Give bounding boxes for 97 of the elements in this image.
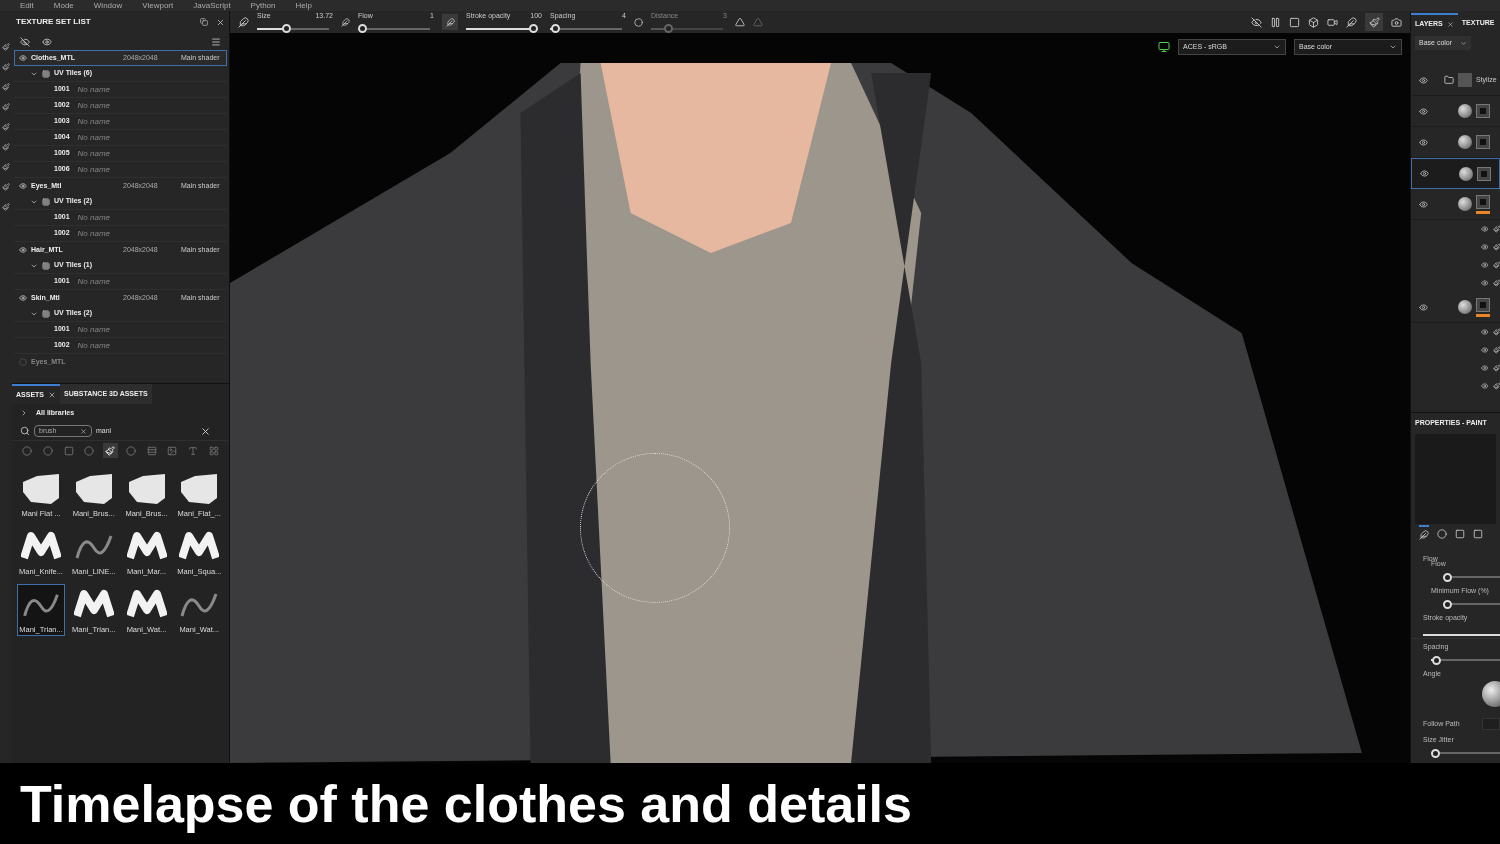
circle-icon (84, 445, 95, 456)
menu-item[interactable]: JavaScript (193, 0, 231, 11)
eye-icon[interactable] (1481, 243, 1489, 251)
pause-icon[interactable] (1270, 16, 1281, 28)
display-icon[interactable] (1158, 41, 1170, 53)
eye-icon[interactable] (42, 36, 52, 47)
menu-item[interactable]: Window (93, 0, 123, 11)
folder-icon (1444, 75, 1454, 85)
tool-icon[interactable] (2, 43, 10, 51)
layer-row[interactable] (1411, 158, 1500, 189)
eye-icon[interactable] (1481, 261, 1489, 269)
tool-icon[interactable] (2, 63, 10, 71)
mask-icon (1476, 135, 1490, 149)
rows-icon (146, 445, 157, 456)
brush-stroke-icon (73, 472, 114, 506)
menu-item[interactable]: Mode (53, 0, 74, 11)
stroke-opacity-button[interactable] (442, 14, 458, 30)
menu-icon[interactable] (211, 36, 221, 47)
tool-icon[interactable] (2, 183, 10, 191)
eye-icon[interactable] (19, 246, 27, 254)
close-icon[interactable] (1446, 20, 1454, 28)
chevron-icon (1460, 39, 1468, 47)
panel-title: TEXTURE SET LIST (16, 16, 92, 28)
brush-stroke-icon (179, 472, 220, 506)
tile-name: No name (77, 211, 111, 224)
tile-name: No name (77, 131, 111, 144)
circle-icon (1437, 529, 1447, 539)
tile-name: No name (77, 147, 111, 160)
tile-name: No name (77, 323, 111, 336)
mask-icon (1476, 104, 1490, 118)
eye-icon[interactable] (1420, 169, 1429, 178)
eye-icon[interactable] (1419, 75, 1428, 85)
circle-icon (22, 445, 33, 456)
eye-icon[interactable] (1481, 279, 1489, 287)
filter-button[interactable] (102, 443, 118, 458)
quill-icon[interactable] (1346, 16, 1357, 28)
eye-icon[interactable] (1419, 199, 1428, 209)
tool-icon[interactable] (2, 143, 10, 151)
square-icon (63, 445, 74, 456)
brush-stroke-icon (21, 472, 61, 506)
close-icon[interactable] (80, 427, 87, 435)
text-icon (187, 445, 198, 456)
paint-mode-button[interactable] (1365, 13, 1383, 31)
eye-icon[interactable] (1481, 364, 1489, 372)
close-icon[interactable] (216, 17, 225, 27)
tile-name: No name (77, 275, 111, 288)
mask-icon (1476, 297, 1490, 312)
menu-item[interactable]: Help (295, 0, 312, 11)
chevron-icon (1389, 43, 1397, 51)
square-icon (1455, 529, 1465, 539)
chevron-icon (1273, 43, 1281, 51)
eye-icon[interactable] (1481, 328, 1489, 336)
tile-name: No name (77, 83, 111, 96)
mask-icon (1476, 194, 1490, 209)
tool-icon[interactable] (2, 203, 10, 211)
eye-icon[interactable] (1481, 346, 1489, 354)
eye-icon[interactable] (1481, 225, 1489, 233)
camera-icon[interactable] (1327, 16, 1338, 28)
menu-item[interactable]: Python (250, 0, 276, 11)
quill-icon (445, 17, 455, 27)
tile-name: No name (77, 115, 111, 128)
tool-icon[interactable] (2, 83, 10, 91)
brush-stroke-icon (126, 472, 167, 506)
close-icon[interactable] (48, 391, 56, 399)
layer-thumbnail (1458, 73, 1472, 87)
clear-icon[interactable] (200, 425, 211, 437)
tool-icon[interactable] (2, 103, 10, 111)
cube-icon[interactable] (1308, 16, 1319, 28)
flow-icon[interactable] (341, 17, 350, 27)
tool-icon[interactable] (2, 123, 10, 131)
search-icon (20, 426, 30, 436)
hide-icon[interactable] (1251, 16, 1262, 28)
circle-icon (125, 445, 136, 456)
image-icon (167, 445, 178, 456)
menu-item[interactable]: Edit (20, 0, 34, 11)
screenshot-icon[interactable] (1391, 16, 1402, 28)
tile-name: No name (77, 227, 111, 240)
chevron-icon[interactable] (20, 409, 28, 417)
eye-icon[interactable] (1419, 137, 1428, 147)
properties-tab[interactable] (1419, 525, 1429, 543)
menu-item[interactable]: Viewport (142, 0, 174, 11)
eye-icon[interactable] (19, 294, 27, 302)
float-panel-icon[interactable] (200, 18, 208, 26)
mask-icon (1477, 166, 1491, 181)
quill-icon (1419, 530, 1429, 540)
eye-icon[interactable] (1419, 106, 1428, 116)
circle-icon (43, 445, 54, 456)
eye-icon[interactable] (19, 54, 27, 62)
tool-icon[interactable] (2, 163, 10, 171)
eye-icon[interactable] (1481, 382, 1489, 390)
tile-name: No name (77, 339, 111, 352)
tile-name: No name (77, 163, 111, 176)
tile-name: No name (77, 99, 111, 112)
hide-all-icon[interactable] (20, 36, 30, 47)
gradient-icon (1473, 529, 1483, 539)
eye-icon[interactable] (19, 182, 27, 190)
eye-icon[interactable] (1419, 302, 1428, 312)
